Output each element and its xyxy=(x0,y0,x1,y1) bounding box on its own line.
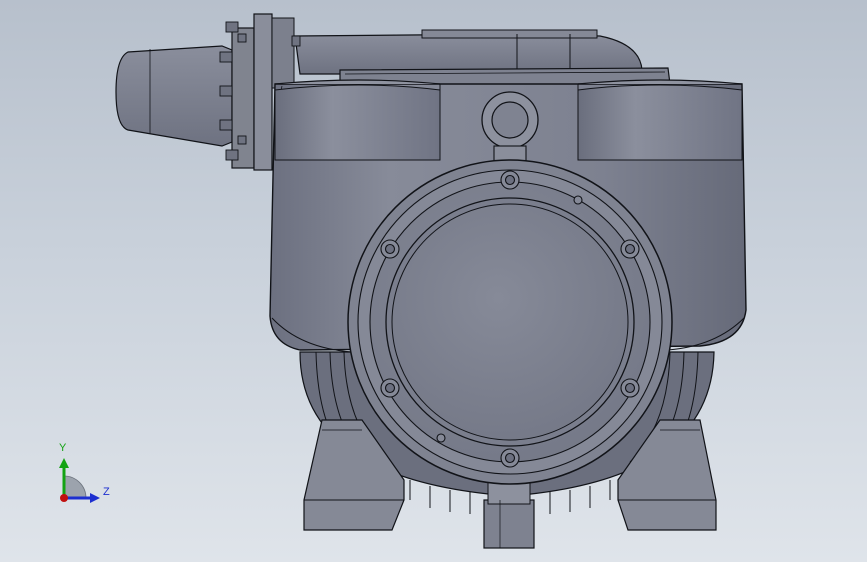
z-axis-head xyxy=(90,493,100,503)
drive-shaft xyxy=(483,477,535,549)
top-pipe xyxy=(294,29,671,87)
inlet-nozzle xyxy=(115,13,301,171)
end-cover xyxy=(347,159,673,485)
z-axis-label: Z xyxy=(103,486,110,498)
motor-gearbox-model[interactable] xyxy=(0,0,867,562)
axis-triad xyxy=(59,458,100,503)
y-axis-head xyxy=(59,458,69,468)
graphics-viewport[interactable]: Y Z xyxy=(0,0,867,562)
x-axis-dot xyxy=(60,494,68,502)
triad-quadrant xyxy=(63,475,87,499)
y-axis-label: Y xyxy=(59,442,67,454)
